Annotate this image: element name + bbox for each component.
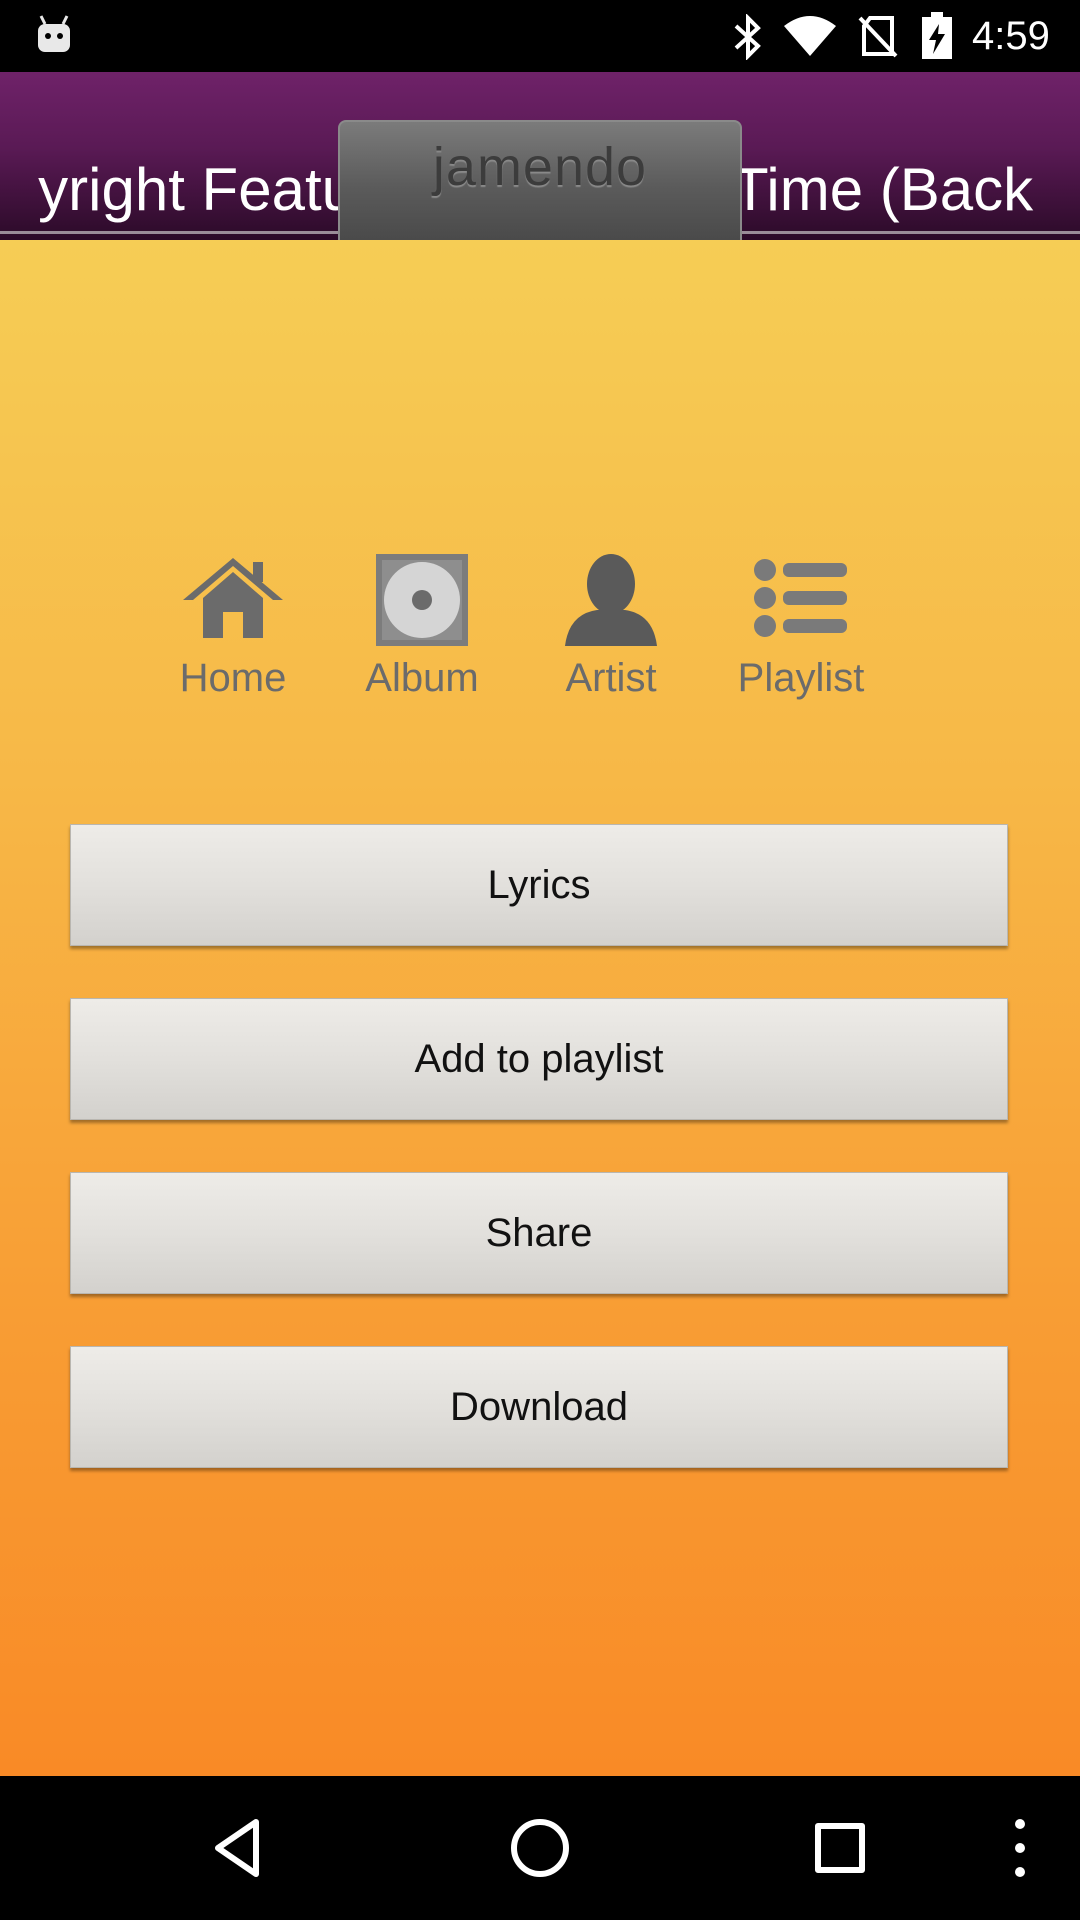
nav-album-label: Album bbox=[365, 656, 479, 700]
nav-playlist[interactable]: Playlist bbox=[716, 550, 886, 700]
nav-album[interactable]: Album bbox=[337, 550, 507, 700]
home-circle-icon[interactable] bbox=[504, 1812, 576, 1884]
nav-home[interactable]: Home bbox=[148, 550, 318, 700]
playlist-icon bbox=[754, 559, 847, 637]
nav-artist[interactable]: Artist bbox=[526, 550, 696, 700]
status-bar: 4:59 bbox=[0, 0, 1080, 72]
nav-playlist-label: Playlist bbox=[737, 656, 865, 700]
artist-icon bbox=[565, 554, 657, 646]
home-icon bbox=[183, 558, 283, 638]
bluetooth-icon bbox=[734, 14, 761, 60]
now-playing-header: yright Featu Time (Back jamendo bbox=[0, 72, 1080, 240]
jamendo-logo: jamendo bbox=[432, 137, 648, 197]
jamendo-logo-tab[interactable]: jamendo bbox=[338, 120, 742, 240]
marquee-text-left: yright Featu bbox=[38, 156, 355, 223]
lyrics-button[interactable]: Lyrics bbox=[70, 824, 1008, 946]
battery-icon bbox=[922, 12, 952, 59]
android-icon bbox=[38, 15, 70, 52]
nav-row: Home Album Artist Playlist bbox=[0, 550, 1080, 700]
recents-icon[interactable] bbox=[804, 1812, 876, 1884]
clock: 4:59 bbox=[972, 14, 1050, 58]
album-icon bbox=[376, 554, 468, 646]
wifi-icon bbox=[784, 16, 836, 56]
nav-artist-label: Artist bbox=[565, 656, 657, 700]
nav-home-label: Home bbox=[179, 656, 287, 700]
system-navigation-bar bbox=[0, 1776, 1080, 1920]
overflow-menu-icon[interactable] bbox=[1000, 1812, 1040, 1884]
back-icon[interactable] bbox=[204, 1812, 276, 1884]
add-to-playlist-button[interactable]: Add to playlist bbox=[70, 998, 1008, 1120]
no-sim-icon bbox=[858, 16, 898, 58]
download-button[interactable]: Download bbox=[70, 1346, 1008, 1468]
marquee-text-right: Time (Back bbox=[732, 156, 1034, 223]
share-button[interactable]: Share bbox=[70, 1172, 1008, 1294]
player-menu: Home Album Artist Playlist Lyrics Add to… bbox=[0, 240, 1080, 1776]
